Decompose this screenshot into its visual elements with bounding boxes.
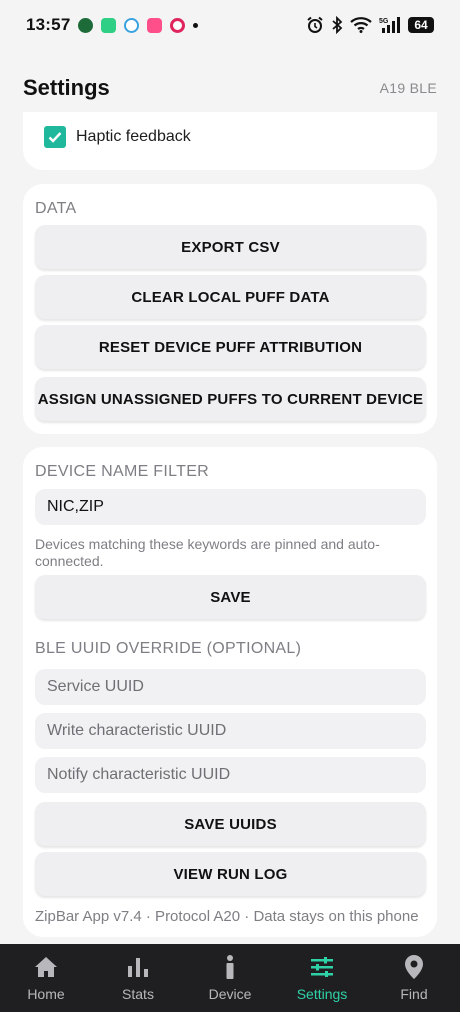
bar-chart-icon <box>127 954 149 980</box>
app-version-footer: ZipBar App v7.4 · Protocol A20 · Data st… <box>35 908 419 925</box>
svg-text:5G: 5G <box>379 18 389 25</box>
shield-notification-icon <box>101 17 117 33</box>
nav-device[interactable]: Device <box>184 944 276 1012</box>
uuid-override-title: BLE UUID OVERRIDE (OPTIONAL) <box>35 640 302 657</box>
clear-local-puff-data-button[interactable]: CLEAR LOCAL PUFF DATA <box>35 275 426 319</box>
export-csv-button[interactable]: EXPORT CSV <box>35 225 426 269</box>
device-name-filter-title: DEVICE NAME FILTER <box>35 463 210 480</box>
nav-settings-label: Settings <box>296 986 348 1002</box>
status-time: 13:57 <box>26 15 71 34</box>
reset-device-puff-attribution-button[interactable]: RESET DEVICE PUFF ATTRIBUTION <box>35 325 426 369</box>
more-notifications-icon <box>193 22 199 28</box>
status-right: 5G 64 <box>306 16 434 34</box>
device-filter-helper-text: Devices matching these keywords are pinn… <box>35 536 380 569</box>
write-characteristic-uuid-input[interactable]: Write characteristic UUID <box>35 713 426 749</box>
signal-icon: 5G <box>379 16 401 34</box>
page-title: Settings <box>23 75 110 100</box>
music-notification-icon <box>170 17 186 33</box>
nav-find-label: Find <box>400 986 428 1002</box>
wifi-icon <box>350 17 372 33</box>
data-section-title: DATA <box>35 200 77 217</box>
nav-settings[interactable]: Settings <box>276 944 368 1012</box>
nav-find[interactable]: Find <box>368 944 460 1012</box>
checkmark-icon <box>48 132 62 143</box>
home-icon <box>34 954 58 980</box>
nav-home[interactable]: Home <box>0 944 92 1012</box>
nav-device-label: Device <box>208 986 252 1002</box>
device-filter-card: DEVICE NAME FILTER NIC,ZIP Devices match… <box>23 447 437 937</box>
camera-notification-icon <box>124 17 140 33</box>
haptic-feedback-label: Haptic feedback <box>76 128 191 145</box>
view-run-log-button[interactable]: VIEW RUN LOG <box>35 852 426 896</box>
service-uuid-input[interactable]: Service UUID <box>35 669 426 705</box>
bluetooth-icon <box>331 16 343 34</box>
notify-characteristic-uuid-input[interactable]: Notify characteristic UUID <box>35 757 426 793</box>
data-card: DATA EXPORT CSV CLEAR LOCAL PUFF DATA RE… <box>23 184 437 434</box>
location-pin-icon <box>404 954 424 980</box>
nav-home-label: Home <box>27 986 65 1002</box>
status-bar: 13:57 5G 64 <box>0 0 460 50</box>
assign-unassigned-puffs-button[interactable]: ASSIGN UNASSIGNED PUFFS TO CURRENT DEVIC… <box>35 377 426 421</box>
info-icon <box>225 954 235 980</box>
device-label: A19 BLE <box>379 80 437 96</box>
battery-indicator: 64 <box>408 17 434 33</box>
haptic-feedback-row[interactable]: Haptic feedback <box>44 126 191 148</box>
sliders-icon <box>310 954 334 980</box>
device-name-filter-input[interactable]: NIC,ZIP <box>35 489 426 525</box>
save-uuids-button[interactable]: SAVE UUIDS <box>35 802 426 846</box>
header: Settings A19 BLE <box>0 70 460 106</box>
app-notification-icon <box>78 17 94 33</box>
alarm-icon <box>306 16 324 34</box>
message-notification-icon <box>147 17 163 33</box>
status-left: 13:57 <box>26 15 199 35</box>
save-filter-button[interactable]: SAVE <box>35 575 426 619</box>
nav-stats[interactable]: Stats <box>92 944 184 1012</box>
preferences-card: Haptic feedback <box>23 112 437 170</box>
nav-stats-label: Stats <box>122 986 154 1002</box>
haptic-feedback-checkbox[interactable] <box>44 126 66 148</box>
bottom-navigation: Home Stats Device Settings Find <box>0 944 460 1012</box>
